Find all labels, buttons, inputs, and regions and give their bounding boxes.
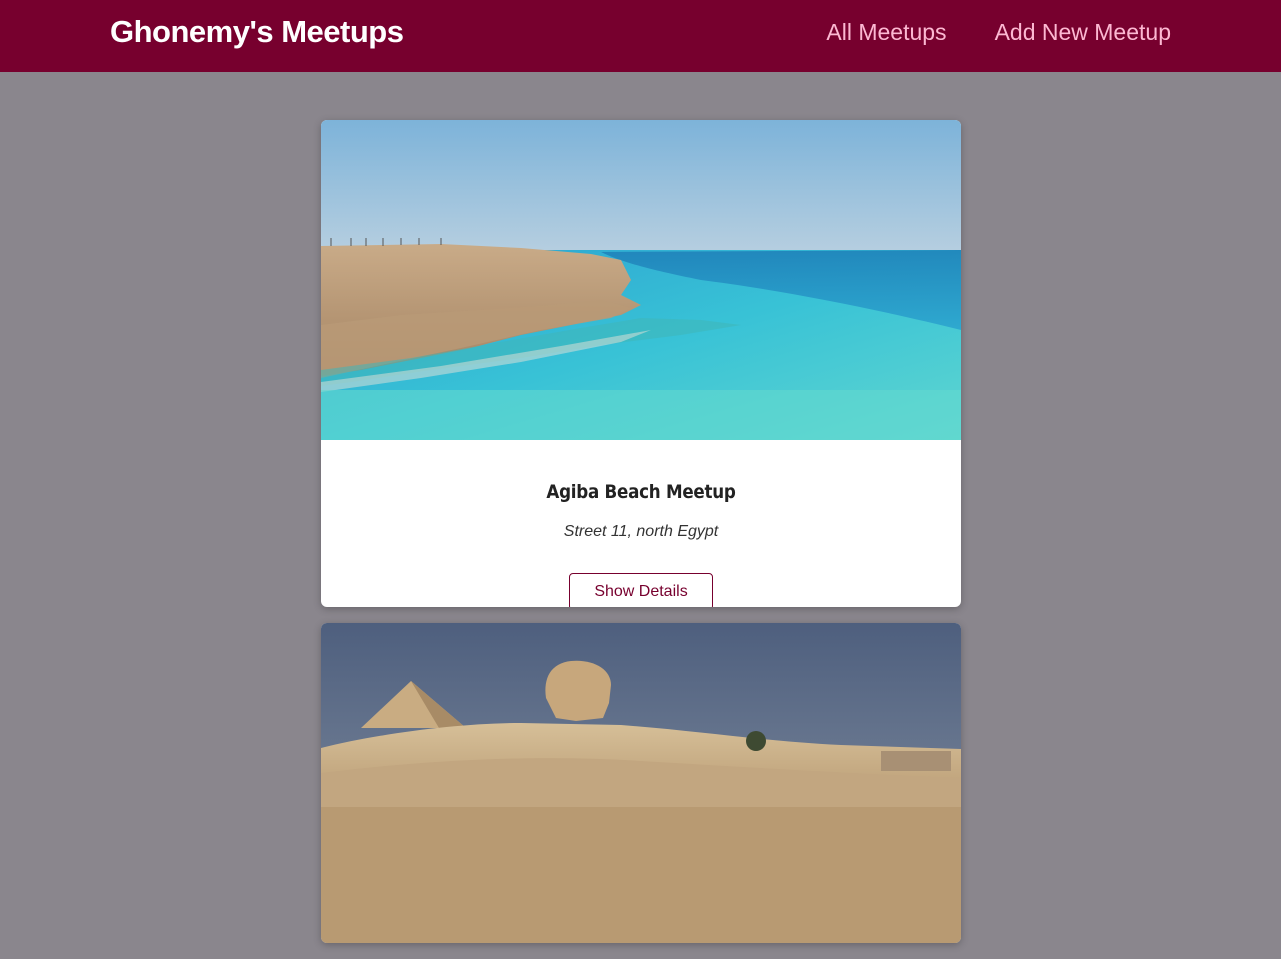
sphinx-photo bbox=[321, 623, 961, 943]
meetup-image-sphinx bbox=[321, 623, 961, 943]
meetup-address: Street 11, north Egypt bbox=[563, 523, 719, 540]
nav-link-add-new-meetup[interactable]: Add New Meetup bbox=[995, 16, 1171, 48]
main-nav: All Meetups Add New Meetup bbox=[826, 16, 1171, 48]
site-header: Ghonemy's Meetups All Meetups Add New Me… bbox=[0, 0, 1281, 72]
site-logo[interactable]: Ghonemy's Meetups bbox=[110, 12, 404, 52]
meetup-card: Agiba Beach Meetup Street 11, north Egyp… bbox=[321, 120, 961, 607]
meetup-card-body: Agiba Beach Meetup Street 11, north Egyp… bbox=[321, 440, 961, 607]
nav-link-all-meetups[interactable]: All Meetups bbox=[826, 16, 946, 48]
meetup-card bbox=[321, 623, 961, 943]
meetup-image-beach bbox=[321, 120, 961, 440]
beach-photo bbox=[321, 120, 961, 440]
meetup-title: Agiba Beach Meetup bbox=[546, 481, 736, 503]
meetup-actions: Show Details bbox=[321, 573, 961, 607]
show-details-button[interactable]: Show Details bbox=[569, 573, 713, 607]
meetup-list: Agiba Beach Meetup Street 11, north Egyp… bbox=[321, 120, 961, 959]
